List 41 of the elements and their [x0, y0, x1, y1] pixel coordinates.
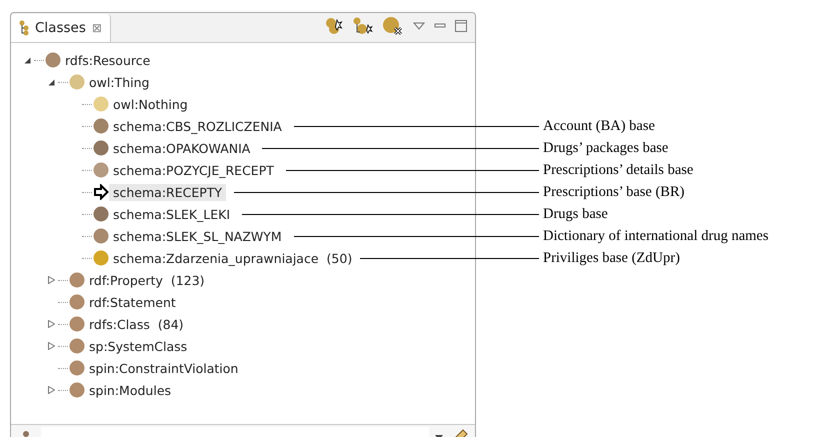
delete-class-icon[interactable] [382, 16, 404, 36]
class-label[interactable]: rdfs:Class [85, 316, 154, 332]
collapsed-toggle-icon[interactable] [48, 342, 54, 350]
expanded-toggle-icon[interactable] [48, 78, 54, 86]
instance-count: (84) [158, 316, 184, 332]
instance-count: (50) [326, 250, 352, 266]
class-label[interactable]: spin:Modules [85, 382, 176, 398]
annotation: Drugs’ packages base [543, 140, 670, 156]
annotation: Prescriptions’ details base [543, 162, 694, 178]
class-label[interactable]: rdf:Property [85, 272, 167, 288]
class-label[interactable]: schema:RECEPTY [109, 184, 226, 200]
class-label[interactable]: schema:POZYCJE_RECEPT [109, 162, 278, 178]
collapsed-toggle-icon[interactable] [48, 386, 54, 394]
annotation: Priviliges base (ZdUpr) [543, 250, 681, 266]
collapsed-toggle-icon[interactable] [48, 320, 54, 328]
class-label[interactable]: spin:ConstraintViolation [85, 360, 242, 376]
class-label[interactable]: schema:SLEK_LEKI [109, 206, 234, 222]
hierarchy-icon [19, 20, 29, 36]
class-label[interactable]: schema:CBS_ROZLICZENIA [109, 118, 286, 134]
class-label[interactable]: schema:OPAKOWANIA [109, 140, 254, 156]
maximize-icon[interactable] [455, 20, 467, 32]
annotation: Account (BA) base [543, 118, 656, 134]
class-label[interactable]: schema:SLEK_SL_NAZWYM [109, 228, 286, 244]
expanded-toggle-icon[interactable] [24, 56, 30, 64]
instance-count: (123) [170, 272, 205, 288]
arrow-icon [93, 184, 109, 200]
classes-tab[interactable]: Classes ⊠ [11, 14, 111, 42]
class-label[interactable]: sp:SystemClass [85, 338, 192, 354]
class-label[interactable]: rdf:Statement [85, 294, 180, 310]
class-label[interactable]: owl:Nothing [109, 96, 192, 112]
close-icon[interactable]: ⊠ [92, 21, 102, 35]
add-sibling-icon[interactable] [353, 17, 373, 35]
annotation: Prescriptions’ base (BR) [543, 184, 686, 200]
annotation: Drugs base [543, 206, 609, 222]
add-subclass-icon[interactable] [324, 17, 344, 35]
collapsed-toggle-icon[interactable] [48, 276, 54, 284]
class-label[interactable]: rdfs:Resource [61, 52, 154, 68]
class-label[interactable]: schema:Zdarzenia_uprawniajace [109, 250, 323, 266]
annotation: Dictionary of international drug names [543, 228, 770, 244]
view-menu-icon[interactable] [413, 21, 425, 31]
class-label[interactable]: owl:Thing [85, 74, 154, 90]
